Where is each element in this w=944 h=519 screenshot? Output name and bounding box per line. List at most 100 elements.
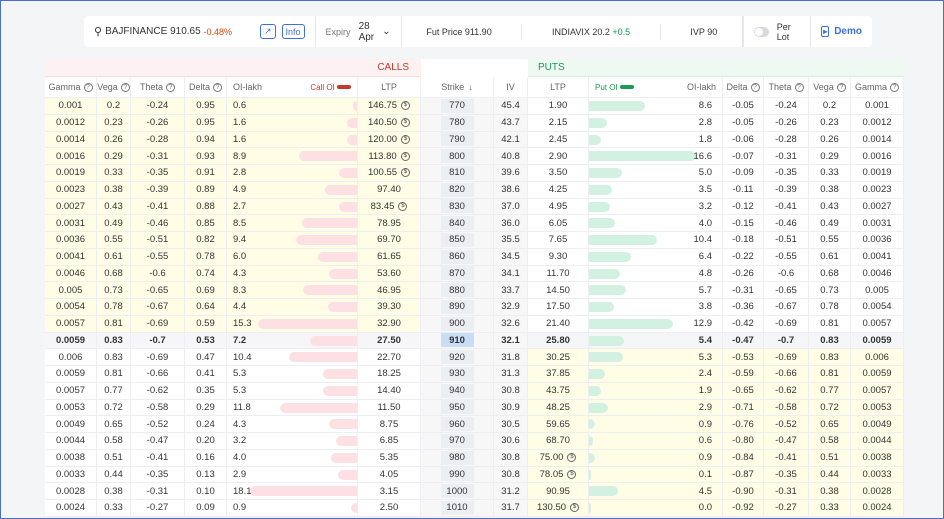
put-oi-bar (589, 134, 601, 145)
call-ltp[interactable]: 146.75 $ (358, 98, 421, 114)
put-ltp[interactable]: 90.95 (528, 483, 589, 499)
call-ltp[interactable]: 32.90 (358, 315, 421, 332)
info-button[interactable]: Info (281, 24, 305, 39)
put-gamma: 0.0041 (851, 248, 904, 265)
iv-cell: 38.6 (494, 181, 528, 198)
call-ltp[interactable]: 69.70 (358, 232, 421, 248)
put-gamma: 0.0038 (851, 449, 904, 466)
put-vega: 0.72 (809, 399, 851, 416)
call-ltp[interactable]: 18.25 (358, 366, 421, 382)
call-oi-cell: 0.6 (227, 98, 358, 114)
chevron-down-icon: ⌄ (382, 26, 391, 37)
call-ltp[interactable]: 5.35 (358, 449, 421, 466)
call-vega: 0.81 (97, 315, 131, 332)
put-ltp[interactable]: 37.85 (528, 366, 589, 382)
call-ltp[interactable]: 27.50 (358, 332, 421, 349)
put-ltp[interactable]: 2.45 (528, 131, 589, 148)
header-put-gamma: Gamma? (851, 77, 904, 97)
put-ltp[interactable]: 17.50 (528, 299, 589, 315)
call-ltp[interactable]: 46.95 (358, 282, 421, 298)
put-ltp[interactable]: 25.80 (528, 332, 589, 349)
put-delta-value: -0.05 (732, 100, 754, 112)
put-ltp[interactable]: 2.90 (528, 148, 589, 164)
call-delta: 0.24 (185, 416, 227, 432)
put-ltp[interactable]: 68.70 (528, 433, 589, 449)
table-row: 0.005 0.73 -0.65 0.69 8.3 46.95 880 33.7 14.50 5.… (45, 282, 904, 299)
call-gamma: 0.0059 (45, 366, 97, 382)
put-ltp[interactable]: 1.90 (528, 98, 589, 114)
chart-button[interactable]: ↗ (259, 24, 276, 39)
put-gamma: 0.0019 (851, 165, 904, 181)
call-ltp[interactable]: 113.80 $ (358, 148, 421, 164)
put-theta: -0.35 (764, 466, 809, 483)
strike-value: 810 (440, 165, 474, 180)
call-ltp[interactable]: 39.30 (358, 299, 421, 315)
put-ltp[interactable]: 4.25 (528, 181, 589, 198)
put-theta-value: -0.67 (775, 301, 797, 313)
iv-cell: 31.7 (494, 500, 528, 516)
call-oi-cell: 1.6 (227, 131, 358, 148)
put-ltp[interactable]: 6.05 (528, 215, 589, 231)
iv-cell: 30.8 (494, 449, 528, 466)
put-oi-value: 3.2 (698, 200, 712, 212)
call-ltp[interactable]: 6.85 (358, 433, 421, 449)
put-ltp[interactable]: 75.00 $ (528, 449, 589, 466)
toggle-switch[interactable] (754, 26, 769, 37)
put-vega: 0.29 (809, 148, 851, 164)
put-ltp[interactable]: 21.40 (528, 315, 589, 332)
put-ltp[interactable]: 9.30 (528, 248, 589, 265)
call-ltp[interactable]: 120.00 $ (358, 131, 421, 148)
put-theta: -0.69 (764, 349, 809, 365)
put-ltp[interactable]: 59.65 (528, 416, 589, 432)
call-gamma: 0.0019 (45, 165, 97, 181)
call-ltp[interactable]: 22.70 (358, 349, 421, 365)
call-ltp[interactable]: 78.95 (358, 215, 421, 231)
put-oi-bar (589, 302, 614, 312)
put-ltp[interactable]: 4.95 (528, 198, 589, 215)
put-ltp[interactable]: 78.05 $ (528, 466, 589, 483)
call-ltp[interactable]: 83.45 $ (358, 198, 421, 215)
call-oi-bar (318, 251, 357, 262)
put-ltp[interactable]: 11.70 (528, 265, 589, 282)
call-ltp[interactable]: 140.50 $ (358, 114, 421, 131)
header-strike[interactable]: Strike ↓ (421, 77, 494, 97)
call-ltp[interactable]: 53.60 (358, 265, 421, 282)
call-theta: -0.66 (131, 366, 185, 382)
call-ltp[interactable]: 3.15 (358, 483, 421, 499)
call-delta-value: 0.94 (196, 133, 215, 145)
call-ltp[interactable]: 100.55 $ (358, 165, 421, 181)
symbol-search[interactable]: ⚲ BAJFINANCE 910.65 -0.48% ↗ Info (84, 16, 316, 47)
call-gamma-value: 0.0054 (55, 301, 86, 313)
call-ltp[interactable]: 2.50 (358, 500, 421, 516)
put-theta-value: -0.41 (775, 452, 797, 464)
call-theta-value: -0.69 (146, 318, 169, 330)
call-ltp[interactable]: 61.65 (358, 248, 421, 265)
table-row: 0.0014 0.26 -0.28 0.94 1.6 120.00 $790 42.1 2.45… (45, 131, 904, 149)
call-ltp[interactable]: 14.40 (358, 382, 421, 399)
iv-value: 33.7 (501, 284, 520, 296)
put-ltp[interactable]: 130.50 $ (528, 500, 589, 516)
help-icon: ? (83, 82, 93, 92)
demo-button[interactable]: ▸ Demo (811, 16, 872, 47)
call-oi-bar (295, 235, 357, 245)
call-delta-value: 0.20 (196, 435, 215, 447)
iv-value: 38.6 (501, 184, 520, 196)
put-ltp[interactable]: 3.50 (528, 165, 589, 181)
put-ltp[interactable]: 43.75 (528, 382, 589, 399)
put-ltp[interactable]: 7.65 (528, 232, 589, 248)
put-ltp[interactable]: 14.50 (528, 282, 589, 298)
call-ltp[interactable]: 97.40 (358, 181, 421, 198)
call-oi-cell: 11.8 (227, 399, 358, 416)
put-ltp[interactable]: 30.25 (528, 349, 589, 365)
per-lot-toggle[interactable]: Per Lot (744, 16, 812, 47)
call-theta-value: -0.52 (146, 418, 169, 430)
put-ltp[interactable]: 48.25 (528, 399, 589, 416)
put-ltp[interactable]: 2.15 (528, 114, 589, 131)
call-ltp[interactable]: 11.50 (358, 399, 421, 416)
put-theta: -0.46 (764, 215, 809, 231)
call-theta-value: -0.35 (146, 167, 169, 179)
expiry-select[interactable]: Expiry 28 Apr ⌄ (316, 16, 402, 47)
call-ltp[interactable]: 4.05 (358, 466, 421, 483)
call-ltp-value: 5.35 (379, 452, 399, 464)
call-ltp[interactable]: 8.75 (358, 416, 421, 432)
